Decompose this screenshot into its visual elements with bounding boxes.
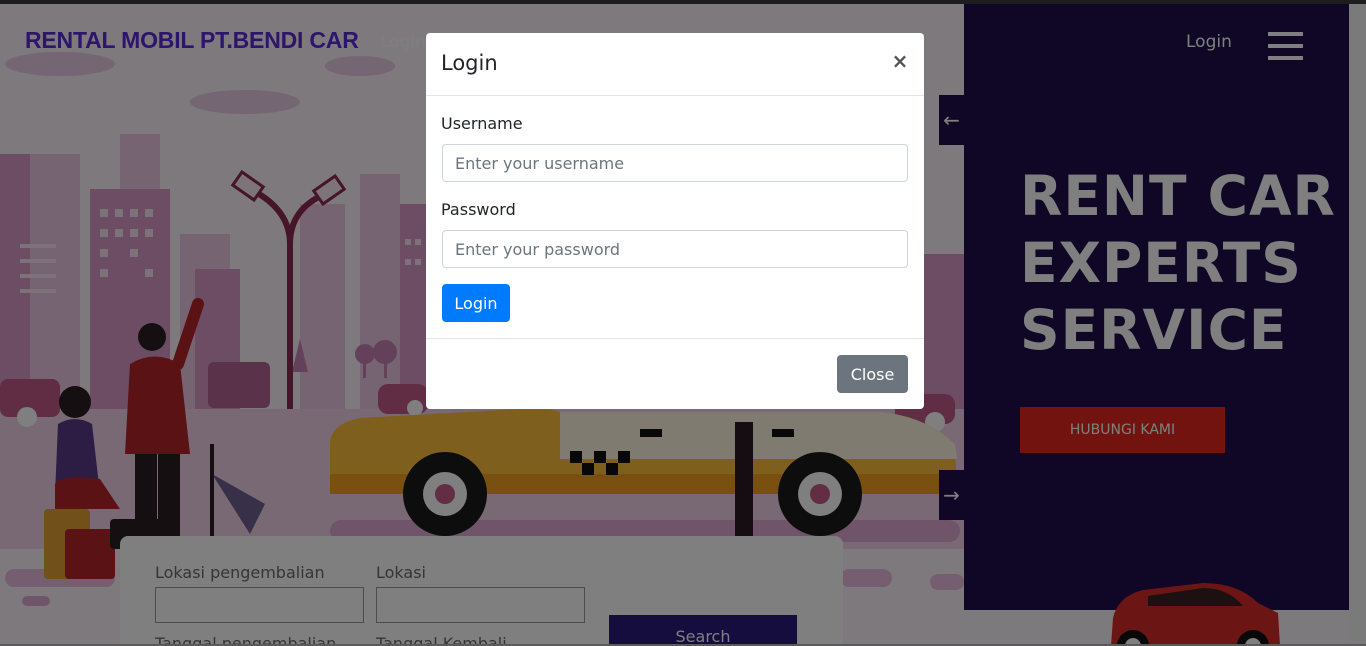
password-label: Password <box>441 200 516 219</box>
username-label: Username <box>441 114 523 133</box>
password-input[interactable] <box>442 230 908 268</box>
login-modal: Login × Username Password Login Close <box>426 33 924 409</box>
modal-footer: Close <box>426 338 924 410</box>
modal-title: Login <box>441 51 498 75</box>
login-submit-button[interactable]: Login <box>442 284 510 322</box>
close-icon[interactable]: × <box>890 49 910 73</box>
close-button[interactable]: Close <box>837 355 908 393</box>
modal-header: Login × <box>426 33 924 96</box>
username-input[interactable] <box>442 144 908 182</box>
